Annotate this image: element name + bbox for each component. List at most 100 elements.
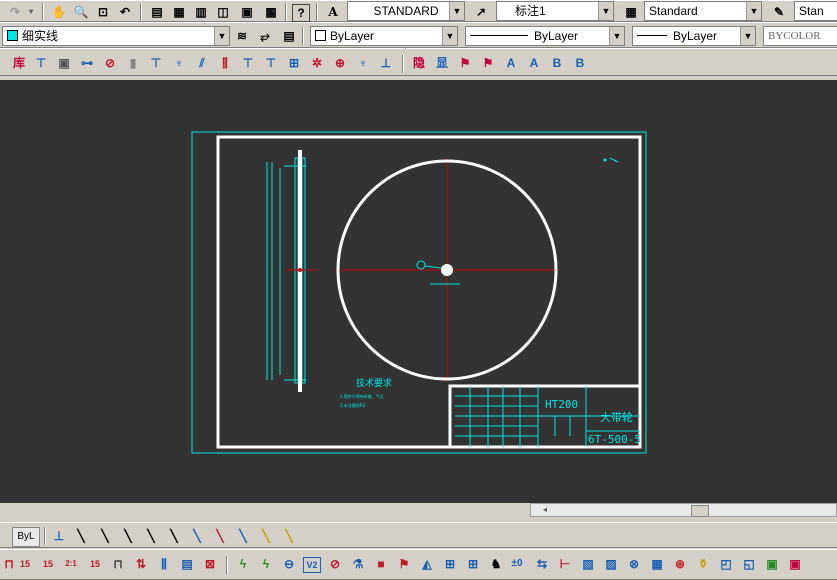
tool-icon-5[interactable]: ▮ xyxy=(124,54,142,72)
tool-icon-6[interactable]: ⊤ xyxy=(147,54,165,72)
save-red-icon[interactable]: ▣ xyxy=(786,555,804,573)
edit-icon-15[interactable]: ⊢ xyxy=(556,555,574,573)
edit-icon-16[interactable]: ▧ xyxy=(579,555,597,573)
sheet-set-icon[interactable]: ◫ xyxy=(214,3,232,21)
dim-15-a-icon[interactable]: 15 xyxy=(16,555,34,573)
edit-icon-2[interactable]: ϟ xyxy=(257,555,275,573)
bylayer-button[interactable]: ByL xyxy=(12,527,40,547)
tool-icon-4[interactable]: ⊘ xyxy=(101,54,119,72)
dim-icon-8[interactable]: ⫼ xyxy=(155,555,173,573)
edit-icon-17[interactable]: ▨ xyxy=(602,555,620,573)
dim-style-select[interactable]: 标注1 ▼ xyxy=(496,1,614,21)
tool-icon-2[interactable]: ▣ xyxy=(55,54,73,72)
markup-icon[interactable]: ▣ xyxy=(238,3,256,21)
line-icon-6[interactable]: ╲ xyxy=(188,527,206,545)
tool-icon-7[interactable]: ♆ xyxy=(170,54,188,72)
lineweight-select[interactable]: ByLayer ▼ xyxy=(632,26,756,46)
dim-15-c-icon[interactable]: 15 xyxy=(86,555,104,573)
tool-icon-20[interactable]: A xyxy=(525,54,543,72)
edit-icon-12[interactable]: ♞ xyxy=(487,555,505,573)
pan-hand-icon[interactable]: ✋ xyxy=(50,3,68,21)
edit-icon-22[interactable]: ◰ xyxy=(717,555,735,573)
dim-icon-10[interactable]: ⊠ xyxy=(201,555,219,573)
tool-icon-9[interactable]: ⫼ xyxy=(216,54,234,72)
tool-icon-13[interactable]: ✲ xyxy=(308,54,326,72)
edit-icon-20[interactable]: ⊛ xyxy=(671,555,689,573)
edit-icon-19[interactable]: ▦ xyxy=(648,555,666,573)
edit-icon-7[interactable]: ■ xyxy=(372,555,390,573)
dim-line-icon[interactable]: ⊥ xyxy=(50,527,68,545)
tool-icon-10[interactable]: ⊤ xyxy=(239,54,257,72)
line-icon-4[interactable]: ╲ xyxy=(142,527,160,545)
tool-icon-12[interactable]: ⊞ xyxy=(285,54,303,72)
edit-icon-1[interactable]: ϟ xyxy=(234,555,252,573)
line-icon-3[interactable]: ╲ xyxy=(119,527,137,545)
edit-icon-8[interactable]: ⚑ xyxy=(395,555,413,573)
layer-states-icon[interactable]: ▤ xyxy=(280,27,298,45)
design-center-icon[interactable]: ▦ xyxy=(170,3,188,21)
show-objects-icon[interactable]: 显 xyxy=(433,54,451,72)
line-icon-9[interactable]: ╲ xyxy=(257,527,275,545)
line-icon-1[interactable]: ╲ xyxy=(72,527,90,545)
dim-icon-7[interactable]: ⇅ xyxy=(132,555,150,573)
linetype-select[interactable]: ByLayer ▼ xyxy=(465,26,625,46)
dim-ratio-icon[interactable]: 2:1 xyxy=(62,555,80,573)
help-icon[interactable]: ? xyxy=(292,4,310,22)
zoom-window-icon[interactable]: ⊡ xyxy=(94,3,112,21)
color-select[interactable]: ByLayer ▼ xyxy=(310,26,458,46)
tool-palettes-icon[interactable]: ▥ xyxy=(192,3,210,21)
multileader-style-icon[interactable]: ✎ xyxy=(770,3,788,21)
edit-icon-3[interactable]: ⊖ xyxy=(280,555,298,573)
zoom-previous-icon[interactable]: ↶ xyxy=(116,3,134,21)
edit-icon-6[interactable]: ⚗ xyxy=(349,555,367,573)
dim-15-b-icon[interactable]: 15 xyxy=(39,555,57,573)
edit-icon-9[interactable]: ◭ xyxy=(418,555,436,573)
plotstyle-select[interactable]: BYCOLOR xyxy=(763,26,837,46)
library-icon[interactable]: 库 xyxy=(10,54,28,72)
table-style-select[interactable]: Standard ▼ xyxy=(644,1,762,21)
drawing-canvas[interactable]: HT200 大带轮 6T-500-5 技术要求 1.铸件不得有砂眼、气孔 2.未… xyxy=(0,80,837,503)
text-style-icon[interactable]: A xyxy=(324,3,342,21)
line-icon-10[interactable]: ╲ xyxy=(280,527,298,545)
scroll-thumb[interactable] xyxy=(691,505,709,517)
tool-icon-11[interactable]: ⊤ xyxy=(262,54,280,72)
calculator-icon[interactable]: ▩ xyxy=(262,3,280,21)
multileader-style-select[interactable]: Stan xyxy=(794,1,837,21)
save-green-icon[interactable]: ▣ xyxy=(763,555,781,573)
edit-v2-icon[interactable]: V2 xyxy=(303,557,321,573)
dim-style-icon[interactable]: ↗ xyxy=(472,3,490,21)
line-icon-2[interactable]: ╲ xyxy=(96,527,114,545)
text-style-select[interactable]: STANDARD ▼ xyxy=(347,1,465,21)
tool-icon-18[interactable]: ⚑ xyxy=(479,54,497,72)
make-current-layer-icon[interactable]: ≋ xyxy=(233,27,251,45)
tool-icon-14[interactable]: ⊕ xyxy=(331,54,349,72)
tool-icon-15[interactable]: ♆ xyxy=(354,54,372,72)
tool-icon-21[interactable]: B xyxy=(548,54,566,72)
redo-dropdown-icon[interactable]: ▾ xyxy=(22,3,40,21)
dim-icon-6[interactable]: ⊓ xyxy=(109,555,127,573)
hide-objects-icon[interactable]: 隐 xyxy=(410,54,428,72)
edit-icon-18[interactable]: ⊗ xyxy=(625,555,643,573)
scroll-left-icon[interactable]: ◂ xyxy=(543,504,547,516)
line-icon-7[interactable]: ╲ xyxy=(211,527,229,545)
layer-select[interactable]: 细实线 ▼ xyxy=(2,26,230,46)
line-icon-5[interactable]: ╲ xyxy=(165,527,183,545)
edit-icon-5[interactable]: ⊘ xyxy=(326,555,344,573)
layer-previous-icon[interactable]: ⥂ xyxy=(256,27,274,45)
tool-icon-8[interactable]: ⫽ xyxy=(193,54,211,72)
dim-icon-9[interactable]: ▤ xyxy=(178,555,196,573)
tool-icon-1[interactable]: ⊤ xyxy=(32,54,50,72)
edit-icon-21[interactable]: ⚱ xyxy=(694,555,712,573)
edit-icon-23[interactable]: ◱ xyxy=(740,555,758,573)
zoom-realtime-icon[interactable]: 🔍 xyxy=(72,3,90,21)
zero-tolerance-icon[interactable]: ±0 xyxy=(508,555,526,573)
edit-icon-11[interactable]: ⊞ xyxy=(464,555,482,573)
tool-icon-22[interactable]: B xyxy=(571,54,589,72)
edit-icon-10[interactable]: ⊞ xyxy=(441,555,459,573)
horizontal-scrollbar[interactable]: ◂ xyxy=(530,503,837,517)
tool-icon-19[interactable]: A xyxy=(502,54,520,72)
table-style-icon[interactable]: ▦ xyxy=(622,3,640,21)
tool-icon-17[interactable]: ⚑ xyxy=(456,54,474,72)
tool-icon-16[interactable]: ⊥ xyxy=(377,54,395,72)
tool-icon-3[interactable]: ⊶ xyxy=(78,54,96,72)
